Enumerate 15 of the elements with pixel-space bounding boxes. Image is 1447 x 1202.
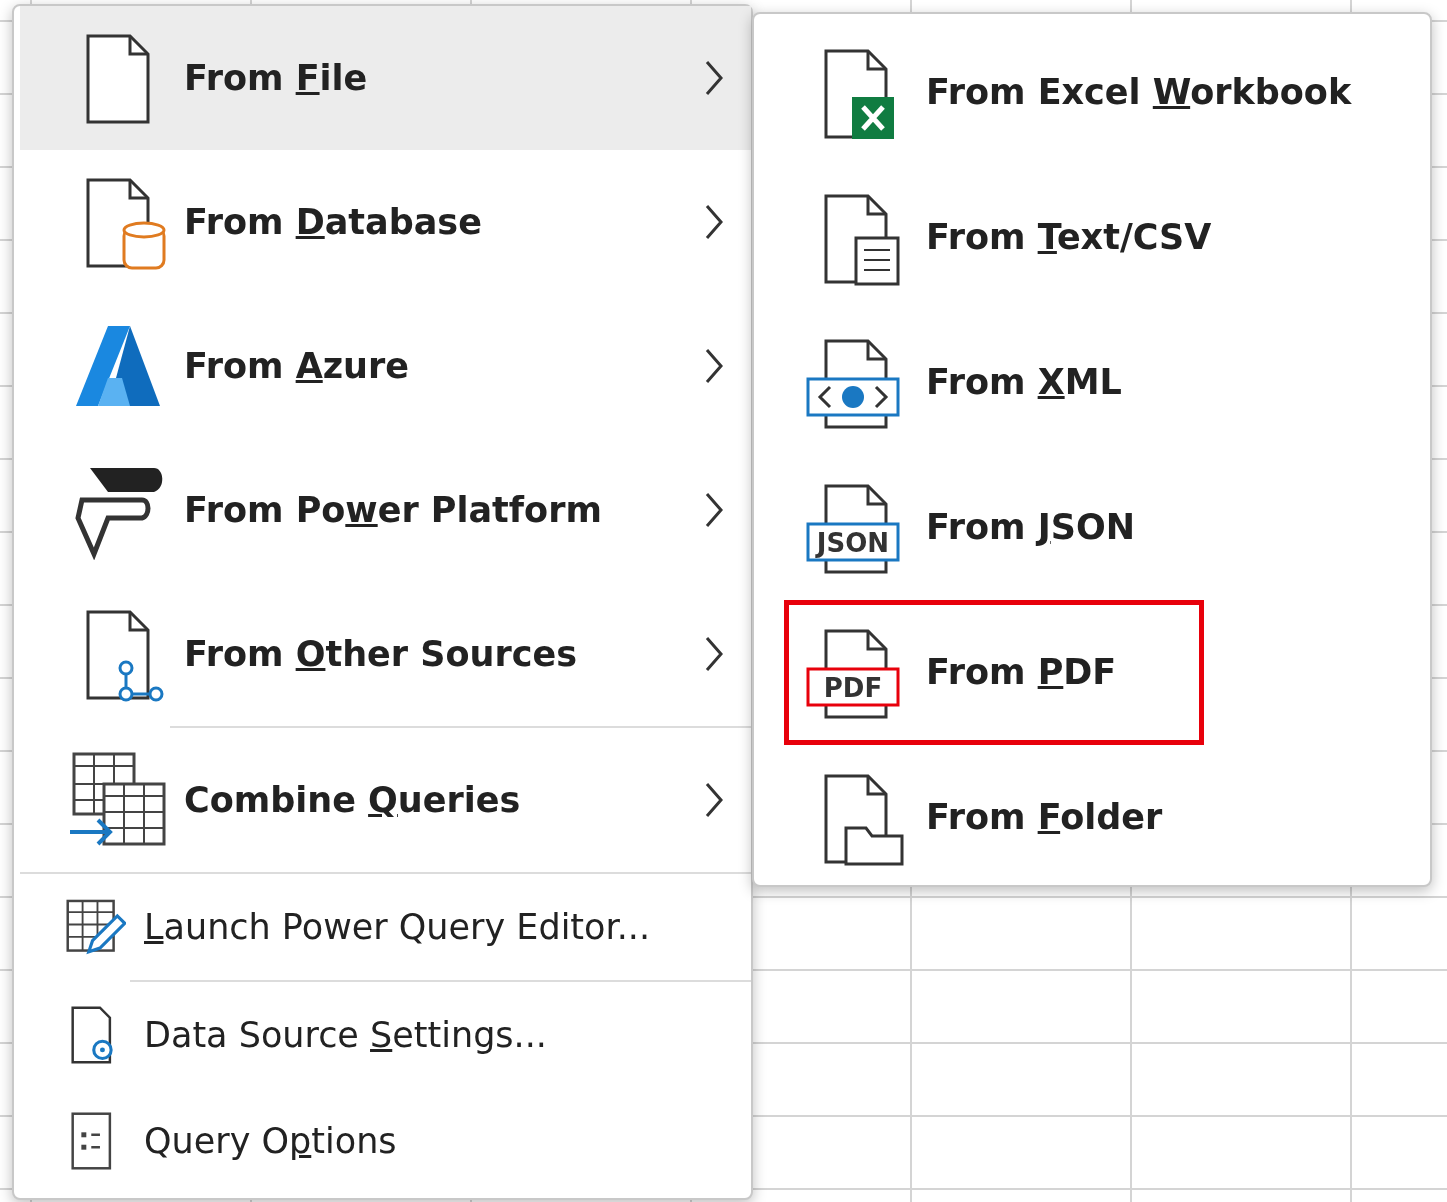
menu-item[interactable]: Data Source Settings... [20,982,751,1088]
menu-item[interactable]: From Power Platform [20,438,751,582]
menu-item[interactable]: From Azure [20,294,751,438]
menu-item[interactable]: Launch Power Query Editor... [20,874,751,980]
menu-item[interactable]: PDF From PDF [784,600,1204,745]
menu-item[interactable]: From XML [754,310,1128,455]
menu-item[interactable]: From File [20,6,751,150]
menu-item[interactable]: From Folder [754,745,1169,890]
menu-item[interactable]: From Other Sources [20,582,751,726]
menu-item[interactable]: Combine Queries [20,728,751,872]
menu-item[interactable]: Query Options [20,1088,751,1194]
menu-item[interactable]: JSON From JSON [754,455,1141,600]
menu-item[interactable]: From Excel Workbook [754,20,1358,165]
menu-item[interactable]: From Text/CSV [754,165,1218,310]
menu-item[interactable]: From Database [20,150,751,294]
